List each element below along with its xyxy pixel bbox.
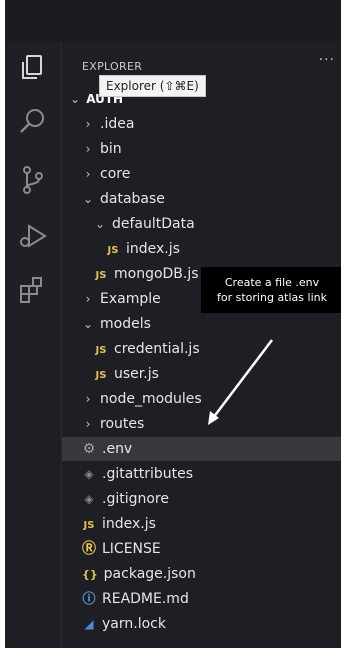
search-icon[interactable] <box>15 104 51 140</box>
tree-item-label: defaultData <box>112 216 195 232</box>
title-bar <box>5 0 341 42</box>
tree-file-row[interactable]: JS index.js <box>62 512 341 536</box>
files-icon[interactable] <box>15 50 51 86</box>
activity-bar <box>5 42 62 648</box>
tree-item-label: database <box>100 191 165 207</box>
javascript-file-icon: JS <box>83 520 95 531</box>
tree-folder-row[interactable]: › routes <box>62 412 341 436</box>
chevron-down-icon: ⌄ <box>69 92 81 106</box>
tree-file-row[interactable]: ⚙ .env <box>62 437 341 461</box>
tree-folder-row[interactable]: › node_modules <box>62 387 341 411</box>
tree-file-row[interactable]: ◈ .gitignore <box>62 487 341 511</box>
gear-icon: ⚙ <box>82 441 96 457</box>
tree-item-label: yarn.lock <box>102 616 166 632</box>
tree-item-label: .gitignore <box>102 491 169 507</box>
tree-item-label: user.js <box>114 366 159 382</box>
tree-item-label: models <box>100 316 151 332</box>
explorer-sidebar: EXPLORER ··· ⌄ AUTH Explorer (⇧⌘E) › .ide… <box>62 42 341 648</box>
chevron-down-icon: ⌄ <box>82 317 94 331</box>
info-icon: ⓘ <box>82 592 96 607</box>
tree-item-label: index.js <box>126 241 180 257</box>
javascript-file-icon: JS <box>95 370 107 381</box>
tree-item-label: credential.js <box>114 341 200 357</box>
tree-file-row[interactable]: ◈ .gitattributes <box>62 462 341 486</box>
tree-folder-row[interactable]: ⌄ defaultData <box>62 212 341 236</box>
yarn-icon: ◢ <box>84 617 94 631</box>
explorer-title: EXPLORER <box>82 60 143 73</box>
chevron-right-icon: › <box>85 392 91 406</box>
tree-file-row[interactable]: JS index.js <box>62 237 341 261</box>
tree-item-label: package.json <box>103 566 196 582</box>
tree-item-label: mongoDB.js <box>114 266 199 282</box>
extensions-icon[interactable] <box>15 272 51 308</box>
tree-item-label: index.js <box>102 516 156 532</box>
tree-folder-row[interactable]: ⌄ database <box>62 187 341 211</box>
chevron-right-icon: › <box>85 167 91 181</box>
chevron-down-icon: ⌄ <box>94 217 106 231</box>
tree-file-row[interactable]: Ⓡ LICENSE <box>62 537 341 561</box>
chevron-right-icon: › <box>85 142 91 156</box>
tree-file-row[interactable]: ⓘ README.md <box>62 587 341 611</box>
git-file-icon: ◈ <box>84 492 94 506</box>
tree-item-label: routes <box>100 416 145 432</box>
annotation-line-2: for storing atlas link <box>217 291 327 304</box>
chevron-right-icon: › <box>85 117 91 131</box>
license-icon: Ⓡ <box>82 541 96 557</box>
run-debug-icon[interactable] <box>15 218 51 254</box>
tree-item-label: .gitattributes <box>102 466 194 482</box>
tree-folder-row[interactable]: › .idea <box>62 112 341 136</box>
annotation-line-1: Create a file .env <box>224 276 320 289</box>
javascript-file-icon: JS <box>95 345 107 356</box>
javascript-file-icon: JS <box>95 270 107 281</box>
tree-item-label: LICENSE <box>102 541 161 557</box>
tree-item-label: .idea <box>100 116 135 132</box>
tree-file-row[interactable]: JS user.js <box>62 362 341 386</box>
more-actions-icon[interactable]: ··· <box>319 52 335 68</box>
javascript-file-icon: JS <box>107 245 119 256</box>
explorer-tooltip: Explorer (⇧⌘E) <box>99 75 206 97</box>
tree-item-label: .env <box>102 441 133 457</box>
chevron-right-icon: › <box>85 292 91 306</box>
chevron-down-icon: ⌄ <box>82 192 94 206</box>
tree-item-label: Example <box>100 291 161 307</box>
tree-file-row[interactable]: ◢ yarn.lock <box>62 612 341 636</box>
tree-item-label: bin <box>100 141 122 157</box>
tree-file-row[interactable]: JS credential.js <box>62 337 341 361</box>
vscode-window: EXPLORER ··· ⌄ AUTH Explorer (⇧⌘E) › .ide… <box>5 0 341 648</box>
tree-item-label: README.md <box>102 591 189 607</box>
tree-folder-row[interactable]: ⌄ models <box>62 312 341 336</box>
tree-item-label: node_modules <box>100 391 202 407</box>
git-file-icon: ◈ <box>84 467 94 481</box>
source-control-icon[interactable] <box>15 162 51 198</box>
tree-file-row[interactable]: {} package.json <box>62 562 341 586</box>
json-braces-icon: {} <box>82 568 98 581</box>
annotation-callout: Create a file .env for storing atlas lin… <box>201 267 341 313</box>
tree-item-label: core <box>100 166 131 182</box>
tree-folder-row[interactable]: › core <box>62 162 341 186</box>
tree-folder-row[interactable]: › bin <box>62 137 341 161</box>
chevron-right-icon: › <box>85 417 91 431</box>
